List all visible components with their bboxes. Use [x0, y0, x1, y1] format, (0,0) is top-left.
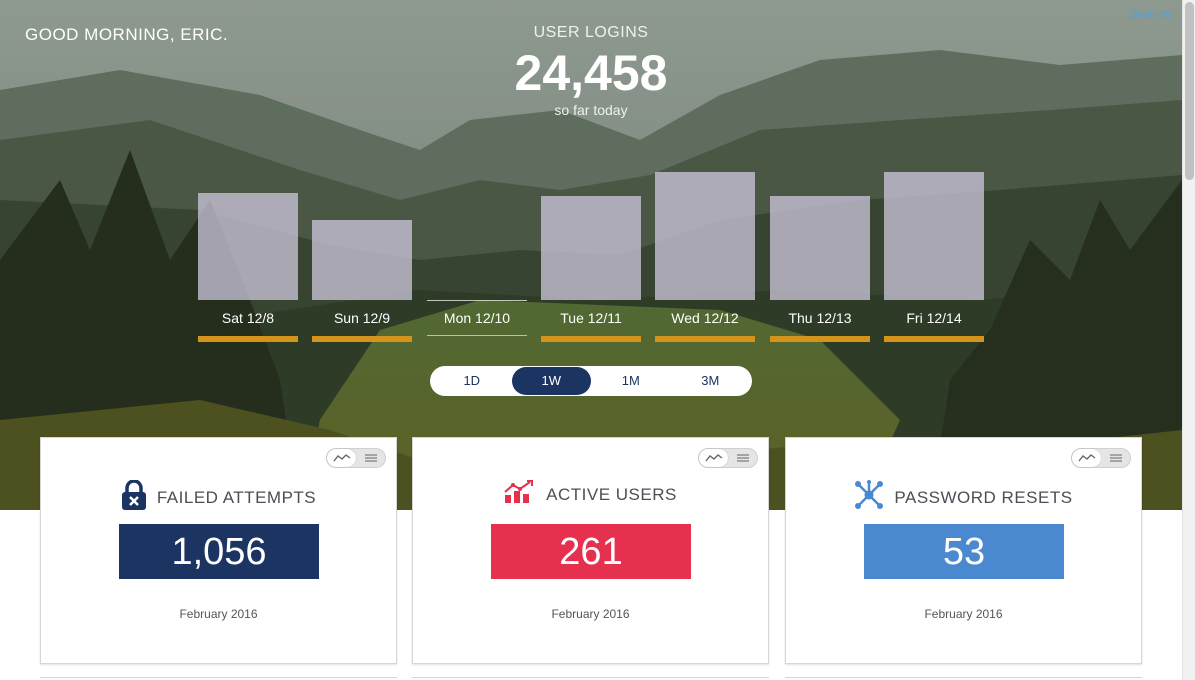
chart-bar-label: Tue 12/11	[560, 310, 622, 326]
view-toggle	[698, 448, 758, 468]
chart-bar-underline	[655, 336, 755, 342]
chart-bar-underline	[541, 336, 641, 342]
chart-bar-label: Sun 12/9	[333, 310, 391, 326]
range-option-1m[interactable]: 1M	[591, 367, 671, 395]
card-title: PASSWORD RESETS	[786, 480, 1141, 515]
page-scrollbar[interactable]	[1182, 0, 1195, 680]
chart-bar-label: Mon 12/10	[443, 310, 511, 326]
chart-view-icon[interactable]	[699, 449, 728, 467]
card-period: February 2016	[924, 607, 1003, 621]
metric-card: ACTIVE USERS 261 February 2016	[412, 437, 769, 664]
card-value: 53	[864, 524, 1064, 579]
card-title: FAILED ATTEMPTS	[41, 479, 396, 515]
metric-card: FAILED ATTEMPTS 1,056 February 2016	[40, 437, 397, 664]
card-title-text: FAILED ATTEMPTS	[156, 487, 317, 507]
card-period: February 2016	[551, 607, 630, 621]
chart-bar[interactable]	[884, 172, 984, 300]
chart-bar[interactable]	[198, 193, 298, 300]
range-option-1d[interactable]: 1D	[432, 367, 512, 395]
network-icon	[854, 480, 884, 515]
range-option-1w[interactable]: 1W	[511, 367, 591, 395]
list-view-icon[interactable]	[728, 449, 757, 467]
headline-subtitle: so far today	[554, 102, 628, 118]
chart-bar-underline	[427, 335, 527, 336]
chart-bar-underline	[770, 336, 870, 342]
view-toggle	[326, 448, 386, 468]
card-title-text: ACTIVE USERS	[546, 484, 677, 504]
card-period: February 2016	[179, 607, 258, 621]
chart-bar-empty[interactable]	[427, 300, 527, 301]
chart-bar-label: Sat 12/8	[221, 310, 275, 326]
chart-view-icon[interactable]	[327, 449, 356, 467]
card-value: 261	[491, 524, 691, 579]
headline-value: 24,458	[514, 45, 668, 101]
time-range-selector: 1D 1W 1M 3M	[430, 366, 752, 396]
greeting-text: GOOD MORNING, ERIC.	[25, 25, 229, 44]
chart-bar[interactable]	[655, 172, 755, 300]
chart-bar[interactable]	[541, 196, 641, 300]
headline-label: USER LOGINS	[533, 24, 649, 41]
chart-bar-label: Fri 12/14	[906, 310, 962, 326]
trend-chart-icon	[504, 480, 536, 509]
chart-bar-underline	[312, 336, 412, 342]
card-value: 1,056	[119, 524, 319, 579]
user-logins-summary: USER LOGINS 24,458 so far today	[441, 24, 741, 118]
list-view-icon[interactable]	[1101, 449, 1130, 467]
lock-x-icon	[121, 479, 147, 515]
chart-bar-underline	[884, 336, 984, 342]
chart-view-icon[interactable]	[1072, 449, 1101, 467]
chart-bar-label: Thu 12/13	[788, 310, 852, 326]
hero-banner: GOOD MORNING, ERIC. Source USER LOGINS 2…	[0, 0, 1182, 510]
metric-card: PASSWORD RESETS 53 February 2016	[785, 437, 1142, 664]
chart-bar[interactable]	[312, 220, 412, 300]
logins-bar-chart: Sat 12/8 Sun 12/9 Mon 12/10 Tue 12/11 Wed 12…	[0, 160, 1182, 350]
card-title-text: PASSWORD RESETS	[894, 487, 1073, 507]
chart-bar[interactable]	[770, 196, 870, 300]
chart-bar-label: Wed 12/12	[671, 310, 739, 326]
view-toggle	[1071, 448, 1131, 468]
list-view-icon[interactable]	[356, 449, 385, 467]
source-link[interactable]: Source	[1129, 6, 1170, 21]
chart-bar-underline	[198, 336, 298, 342]
range-option-3m[interactable]: 3M	[671, 367, 751, 395]
card-title: ACTIVE USERS	[413, 480, 768, 509]
scrollbar-thumb[interactable]	[1185, 2, 1194, 180]
